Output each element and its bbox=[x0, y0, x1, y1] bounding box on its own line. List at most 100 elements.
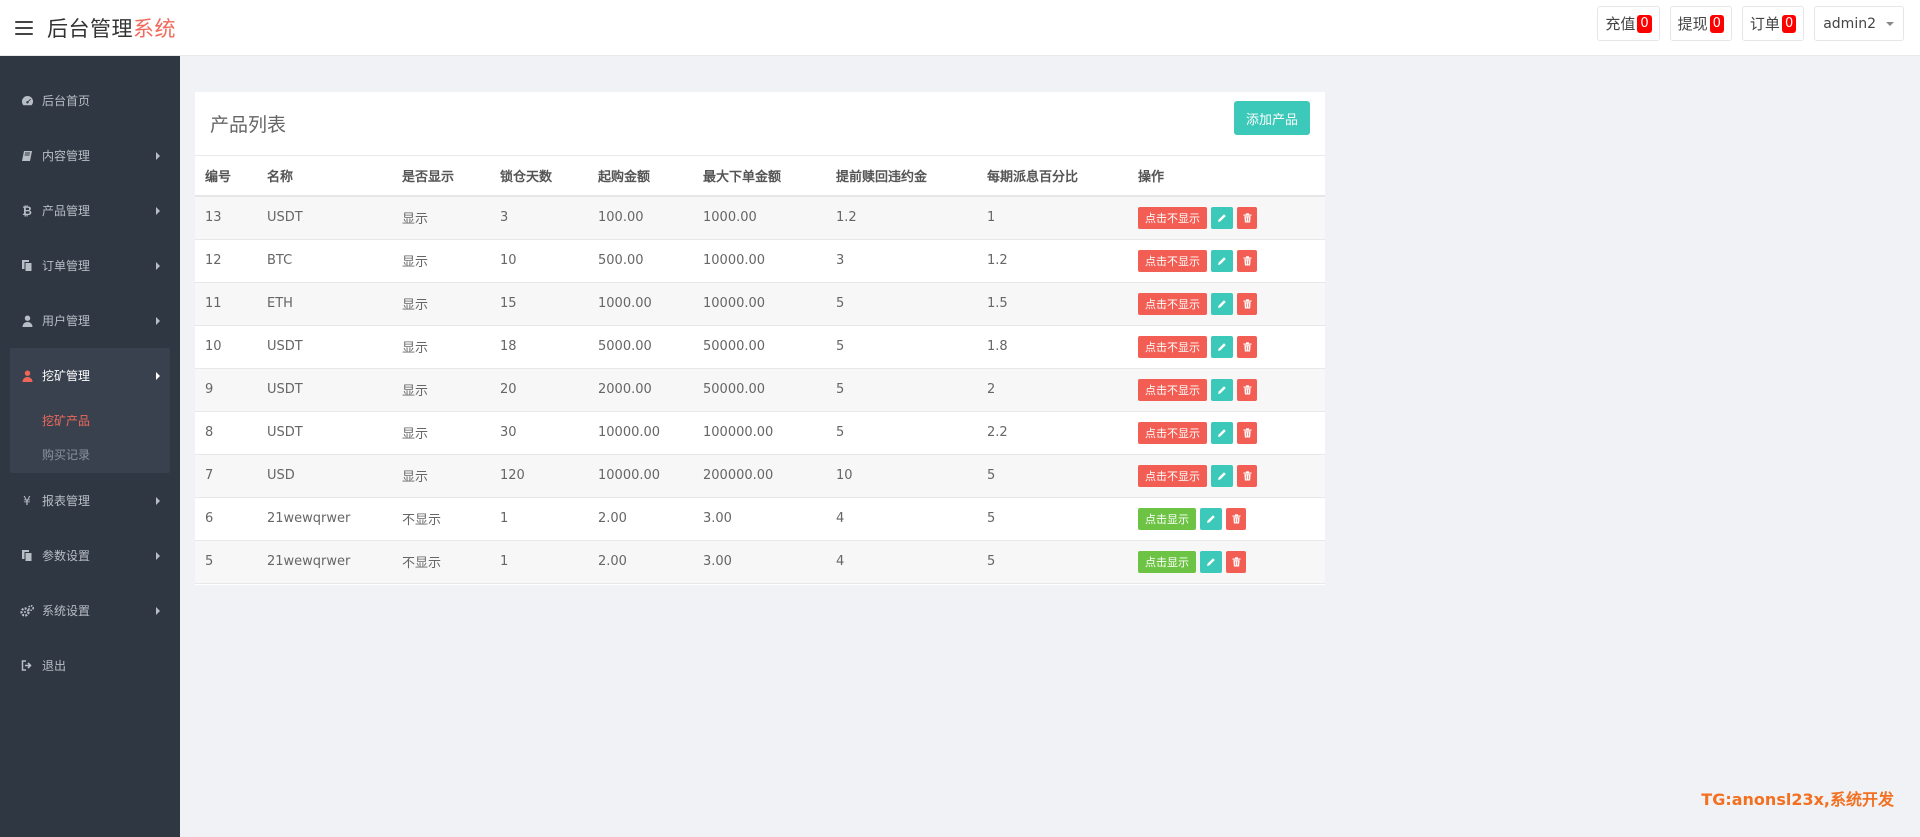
sidebar-item-logout[interactable]: 退出 bbox=[0, 638, 180, 693]
user-tie-icon bbox=[20, 369, 34, 383]
edit-button[interactable] bbox=[1211, 378, 1233, 401]
column-header: 每期派息百分比 bbox=[977, 156, 1128, 197]
delete-button[interactable] bbox=[1237, 378, 1257, 401]
show-toggle-button[interactable]: 点击显示 bbox=[1138, 550, 1196, 573]
brand-accent: 系统 bbox=[133, 16, 176, 41]
table-cell: USDT bbox=[257, 196, 392, 240]
chevron-right-icon bbox=[156, 206, 160, 215]
edit-button[interactable] bbox=[1200, 507, 1222, 530]
hide-toggle-button[interactable]: 点击不显示 bbox=[1138, 378, 1207, 401]
table-cell: 5 bbox=[195, 540, 257, 584]
pencil-icon bbox=[1206, 557, 1216, 567]
table-cell: 5000.00 bbox=[588, 325, 693, 369]
table-cell: 15 bbox=[490, 282, 588, 326]
delete-button[interactable] bbox=[1237, 421, 1257, 444]
table-cell: 9 bbox=[195, 368, 257, 412]
table-cell: 2.2 bbox=[977, 411, 1128, 455]
sidebar-item-label: 参数设置 bbox=[42, 549, 91, 563]
delete-button[interactable] bbox=[1226, 550, 1246, 573]
trash-icon bbox=[1243, 427, 1252, 438]
withdraw-button[interactable]: 提现 0 bbox=[1669, 6, 1732, 41]
hide-toggle-button[interactable]: 点击不显示 bbox=[1138, 335, 1207, 358]
actions-cell: 点击不显示 bbox=[1128, 325, 1325, 369]
chevron-down-icon bbox=[1886, 21, 1894, 26]
table-cell: 500.00 bbox=[588, 239, 693, 283]
add-product-button[interactable]: 添加产品 bbox=[1233, 101, 1310, 135]
hide-toggle-button[interactable]: 点击不显示 bbox=[1138, 464, 1207, 487]
table-cell: BTC bbox=[257, 239, 392, 283]
watermark-text: TG:anonsl23x,系统开发 bbox=[1701, 790, 1894, 809]
table-cell: 3 bbox=[490, 196, 588, 240]
sidebar-item-mining[interactable]: 挖矿管理 bbox=[10, 348, 170, 403]
table-cell: 不显示 bbox=[392, 540, 490, 584]
chevron-right-icon bbox=[156, 261, 160, 270]
dashboard-icon bbox=[20, 94, 34, 108]
table-cell: 50000.00 bbox=[693, 368, 826, 412]
edit-button[interactable] bbox=[1211, 464, 1233, 487]
table-cell: 5 bbox=[826, 411, 977, 455]
pencil-icon bbox=[1217, 256, 1227, 266]
sidebar-item-orders[interactable]: 订单管理 bbox=[0, 238, 180, 293]
table-cell: 21wewqrwer bbox=[257, 497, 392, 541]
edit-button[interactable] bbox=[1211, 249, 1233, 272]
sidebar-subitem-mining-products[interactable]: 挖矿产品 bbox=[10, 403, 170, 438]
table-cell: 120 bbox=[490, 454, 588, 498]
hide-toggle-button[interactable]: 点击不显示 bbox=[1138, 292, 1207, 315]
sidebar-subitem-purchase-records[interactable]: 购买记录 bbox=[10, 438, 170, 473]
sidebar: 后台首页 内容管理 ₿ 产品管理 订单管理 用户管理 挖矿管理 挖矿产品 购买记… bbox=[0, 56, 180, 837]
sidebar-item-users[interactable]: 用户管理 bbox=[0, 293, 180, 348]
sidebar-group-mining: 挖矿管理 挖矿产品 购买记录 bbox=[10, 348, 170, 473]
panel-header: 产品列表 添加产品 bbox=[195, 92, 1325, 156]
show-toggle-button[interactable]: 点击显示 bbox=[1138, 507, 1196, 530]
delete-button[interactable] bbox=[1237, 464, 1257, 487]
edit-button[interactable] bbox=[1211, 335, 1233, 358]
table-cell: 10000.00 bbox=[588, 454, 693, 498]
edit-button[interactable] bbox=[1211, 421, 1233, 444]
table-cell: 4 bbox=[826, 540, 977, 584]
sidebar-item-home[interactable]: 后台首页 bbox=[0, 73, 180, 128]
chevron-right-icon bbox=[156, 316, 160, 325]
edit-button[interactable] bbox=[1211, 292, 1233, 315]
sidebar-item-label: 报表管理 bbox=[42, 494, 91, 508]
table-row: 13 USDT 显示 3 100.00 1000.00 1.2 1 点击不显示 bbox=[195, 196, 1325, 240]
hide-toggle-button[interactable]: 点击不显示 bbox=[1138, 249, 1207, 272]
table-cell: 100000.00 bbox=[693, 411, 826, 455]
table-cell: 2000.00 bbox=[588, 368, 693, 412]
table-row: 5 21wewqrwer 不显示 1 2.00 3.00 4 5 点击显示 bbox=[195, 540, 1325, 584]
user-menu-button[interactable]: admin2 bbox=[1814, 6, 1904, 41]
delete-button[interactable] bbox=[1237, 335, 1257, 358]
product-list-panel: 产品列表 添加产品 编号 名称 是否显示 锁仓天数 起购金额 最大下单金额 提前赎回违约金每… bbox=[195, 92, 1325, 585]
edit-button[interactable] bbox=[1211, 206, 1233, 229]
table-cell: 13 bbox=[195, 196, 257, 240]
table-cell: 50000.00 bbox=[693, 325, 826, 369]
sidebar-item-label: 后台首页 bbox=[42, 94, 91, 108]
table-row: 12 BTC 显示 10 500.00 10000.00 3 1.2 点击不显示 bbox=[195, 239, 1325, 283]
sidebar-item-content[interactable]: 内容管理 bbox=[0, 128, 180, 183]
table-cell: 200000.00 bbox=[693, 454, 826, 498]
sidebar-item-products[interactable]: ₿ 产品管理 bbox=[0, 183, 180, 238]
table-cell: ETH bbox=[257, 282, 392, 326]
delete-button[interactable] bbox=[1237, 292, 1257, 315]
table-cell: 1.5 bbox=[977, 282, 1128, 326]
delete-button[interactable] bbox=[1237, 249, 1257, 272]
hide-toggle-button[interactable]: 点击不显示 bbox=[1138, 421, 1207, 444]
menu-toggle-icon[interactable] bbox=[15, 20, 33, 35]
trash-icon bbox=[1243, 470, 1252, 481]
delete-button[interactable] bbox=[1226, 507, 1246, 530]
copy-icon bbox=[20, 259, 34, 273]
hide-toggle-button[interactable]: 点击不显示 bbox=[1138, 206, 1207, 229]
sidebar-item-label: 产品管理 bbox=[42, 204, 91, 218]
table-cell: 11 bbox=[195, 282, 257, 326]
column-header: 是否显示 bbox=[392, 156, 490, 197]
order-button[interactable]: 订单 0 bbox=[1741, 6, 1805, 41]
edit-button[interactable] bbox=[1200, 550, 1222, 573]
delete-button[interactable] bbox=[1237, 206, 1257, 229]
table-cell: 显示 bbox=[392, 411, 490, 455]
recharge-button[interactable]: 充值 0 bbox=[1597, 6, 1660, 41]
sidebar-item-system[interactable]: 系统设置 bbox=[0, 583, 180, 638]
sidebar-item-params[interactable]: 参数设置 bbox=[0, 528, 180, 583]
column-header: 起购金额 bbox=[588, 156, 693, 197]
table-cell: 3.00 bbox=[693, 540, 826, 584]
table-body: 13 USDT 显示 3 100.00 1000.00 1.2 1 点击不显示 12 BTC 显示 10… bbox=[195, 196, 1325, 584]
sidebar-item-reports[interactable]: ¥ 报表管理 bbox=[0, 473, 180, 528]
